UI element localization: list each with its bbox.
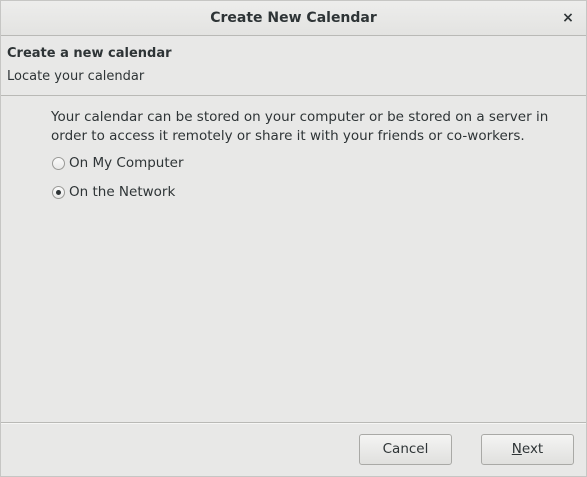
wizard-page-subtitle: Locate your calendar	[7, 69, 145, 84]
dialog-window: Create New Calendar × Create a new calen…	[0, 0, 587, 477]
radio-button-on-my-computer[interactable]	[52, 156, 65, 170]
location-description: Your calendar can be stored on your comp…	[51, 109, 549, 144]
next-button[interactable]: Next	[481, 434, 574, 465]
title-bar: Create New Calendar ×	[1, 1, 586, 36]
window-title: Create New Calendar	[210, 10, 377, 26]
cancel-button[interactable]: Cancel	[359, 434, 452, 465]
radio-label-on-the-network[interactable]: On the Network	[69, 184, 175, 200]
radio-option-on-my-computer[interactable]: On My Computer	[52, 153, 184, 173]
radio-label-on-my-computer[interactable]: On My Computer	[69, 155, 184, 171]
radio-option-on-the-network[interactable]: On the Network	[52, 182, 175, 202]
close-icon[interactable]: ×	[560, 9, 576, 27]
wizard-content: Your calendar can be stored on your comp…	[1, 97, 586, 421]
wizard-page-title: Create a new calendar	[7, 46, 172, 61]
radio-button-on-the-network[interactable]	[52, 185, 65, 199]
button-area-separator	[1, 422, 586, 424]
wizard-header: Create a new calendar Locate your calend…	[1, 36, 586, 96]
